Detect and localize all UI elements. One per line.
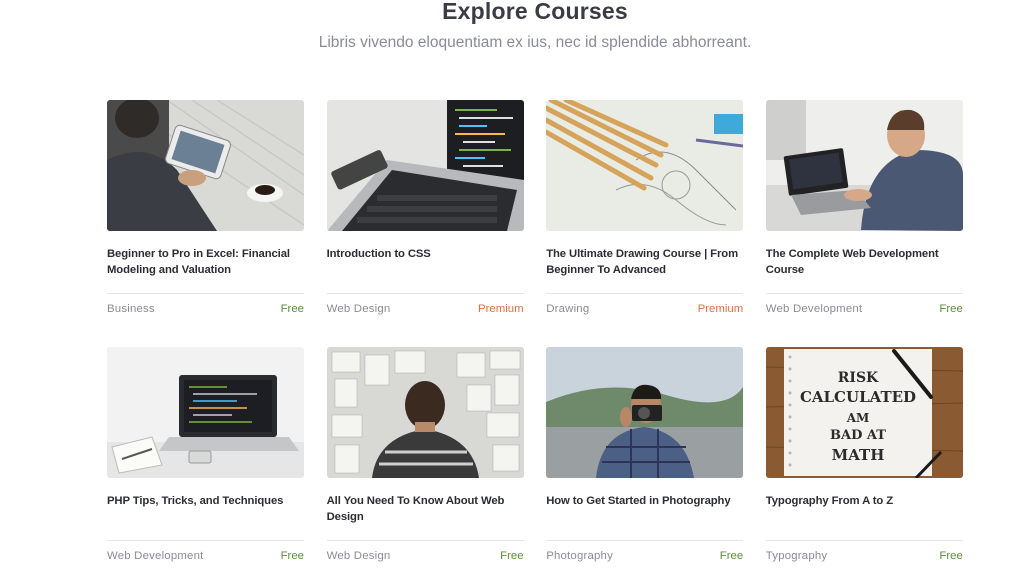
lettering-text: MATH [831,446,884,464]
course-category[interactable]: Business [107,301,155,317]
price-badge: Free [719,550,744,562]
man-laptop-photo [765,100,963,231]
laptop-notebook-photo [107,347,304,478]
course-card[interactable]: PHP Tips, Tricks, and Techniques Web Dev… [107,347,304,574]
course-meta: Web Development Free [107,548,304,564]
course-meta: Web Development Free [766,301,963,317]
course-card[interactable]: The Ultimate Drawing Course | From Begin… [546,100,744,347]
lettering-notebook-photo: RISK CALCULATED AM BAD AT MATH [765,347,963,478]
lettering-text: CALCULATED [800,388,916,406]
section-title: Explore Courses [442,0,628,24]
course-card[interactable]: The Complete Web Development Course Web … [765,100,963,347]
course-thumbnail[interactable] [546,100,744,231]
course-card[interactable]: How to Get Started in Photography Photog… [546,347,744,574]
course-title[interactable]: The Complete Web Development Course [766,246,963,293]
pencils-sketch-photo [546,100,744,231]
course-thumbnail[interactable] [107,100,304,231]
course-title[interactable]: Beginner to Pro in Excel: Financial Mode… [107,246,304,293]
divider [546,540,744,541]
course-category[interactable]: Drawing [546,301,589,317]
price-badge: Free [500,550,524,562]
course-meta: Drawing Premium [546,301,743,317]
lettering-text: RISK [838,370,879,386]
divider [326,540,524,541]
course-meta: Web Design Free [327,548,524,564]
course-meta: Business Free [107,301,304,317]
course-thumbnail[interactable] [546,347,744,478]
course-thumbnail[interactable] [107,347,304,478]
price-badge: Free [939,550,963,562]
course-meta: Web Design Premium [327,301,524,317]
lettering-text: BAD AT [830,428,886,443]
course-card[interactable]: Beginner to Pro in Excel: Financial Mode… [107,100,304,347]
course-category[interactable]: Photography [546,548,613,564]
course-title[interactable]: How to Get Started in Photography [546,493,743,540]
divider [546,293,744,294]
course-thumbnail[interactable] [326,100,524,231]
divider [107,293,304,294]
course-thumbnail[interactable]: RISK CALCULATED AM BAD AT MATH [765,347,963,478]
course-title[interactable]: Typography From A to Z [766,493,963,540]
course-category[interactable]: Web Development [766,301,863,317]
divider [765,293,963,294]
photographer-photo [546,347,744,478]
course-card[interactable]: RISK CALCULATED AM BAD AT MATH Typograph… [765,347,963,574]
course-card[interactable]: All You Need To Know About Web Design We… [326,347,524,574]
section-header: Explore Courses Libris vivendo eloquenti… [0,0,1021,53]
course-thumbnail[interactable] [765,100,963,231]
price-badge: Free [280,303,304,315]
course-title[interactable]: PHP Tips, Tricks, and Techniques [107,493,304,540]
course-meta: Photography Free [546,548,743,564]
lettering-text: AM [845,411,869,425]
course-category[interactable]: Web Design [327,301,391,317]
tablet-desk-photo [107,100,304,231]
divider [765,540,963,541]
course-title[interactable]: The Ultimate Drawing Course | From Begin… [546,246,743,293]
course-category[interactable]: Web Development [107,548,204,564]
course-grid: Beginner to Pro in Excel: Financial Mode… [107,100,963,574]
course-category[interactable]: Typography [766,548,828,564]
price-badge: Premium [478,303,524,315]
price-badge: Free [939,303,963,315]
course-card[interactable]: Introduction to CSS Web Design Premium [326,100,524,347]
course-thumbnail[interactable] [326,347,524,478]
course-title[interactable]: All You Need To Know About Web Design [327,493,524,540]
divider [107,540,304,541]
course-category[interactable]: Web Design [327,548,391,564]
price-badge: Premium [697,303,744,315]
section-subtitle: Libris vivendo eloquentiam ex ius, nec i… [318,34,752,51]
course-title[interactable]: Introduction to CSS [327,246,524,293]
course-meta: Typography Free [766,548,963,564]
laptop-code-photo [326,100,524,231]
wireframe-wall-photo [326,347,524,478]
divider [326,293,524,294]
price-badge: Free [280,550,304,562]
